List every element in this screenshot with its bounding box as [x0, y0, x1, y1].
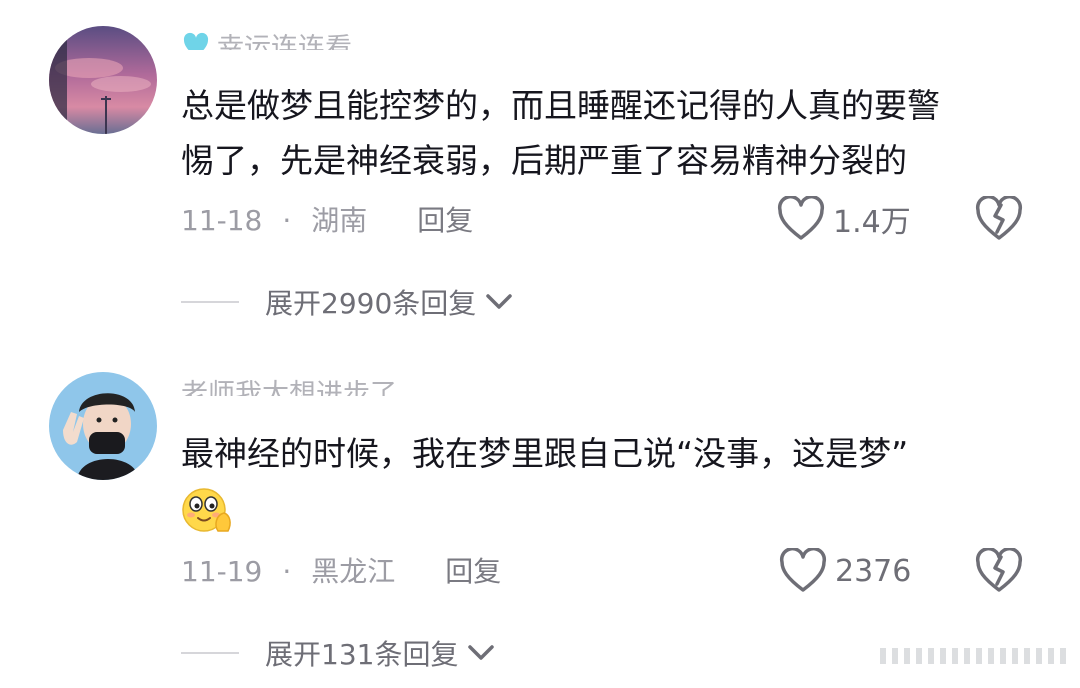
like-button[interactable]: 2376 — [779, 548, 911, 594]
username-text: 老师我太想进步了 — [181, 379, 397, 396]
avatar-sunset-image — [49, 26, 157, 134]
comment-region: 黑龙江 — [311, 555, 396, 588]
expand-replies-label: 展开2990条回复 — [265, 287, 477, 320]
comment-text: 最神经的时候，我在梦里跟自己说“没事，这是梦” — [181, 426, 1041, 481]
comment-text-line: 惕了，先是神经衰弱，后期严重了容易精神分裂的 — [181, 141, 907, 180]
username-text: 幸运连连看 — [217, 33, 352, 50]
username[interactable]: 老师我太想进步了 — [181, 376, 397, 396]
emoji-face-icon — [180, 487, 234, 537]
comment-text-line: 总是做梦且能控梦的，而且睡醒还记得的人真的要警 — [181, 86, 940, 125]
heart-outline-icon — [777, 196, 825, 240]
expand-replies-button[interactable]: 展开2990条回复 — [181, 282, 514, 322]
comment-region: 湖南 — [311, 204, 368, 237]
comment-date: 11-19 — [181, 555, 263, 588]
like-count: 2376 — [835, 553, 912, 589]
comment-list: 幸运连连看 总是做梦且能控梦的，而且睡醒还记得的人真的要警 惕了，先是神经衰弱，… — [0, 0, 1080, 688]
broken-heart-icon — [975, 195, 1023, 240]
username[interactable]: 幸运连连看 — [181, 30, 352, 50]
comment-meta: 11-19 · 黑龙江 回复 — [181, 552, 501, 592]
heart-badge-icon — [183, 32, 209, 50]
heart-outline-icon — [779, 548, 827, 592]
meta-separator: · — [282, 555, 292, 588]
comment-date: 11-18 — [181, 204, 263, 237]
reply-button[interactable]: 回复 — [417, 204, 473, 237]
dislike-button[interactable] — [975, 547, 1023, 598]
chevron-down-icon — [468, 645, 495, 660]
avatar[interactable] — [49, 26, 157, 134]
meta-separator: · — [282, 204, 292, 237]
avatar[interactable] — [49, 372, 157, 480]
expand-replies-button[interactable]: 展开131条回复 — [181, 633, 496, 673]
avatar-person-image — [49, 372, 157, 480]
expand-replies-label: 展开131条回复 — [265, 638, 459, 671]
like-button[interactable]: 1.4万 — [777, 196, 911, 242]
comment-text: 总是做梦且能控梦的，而且睡醒还记得的人真的要警 惕了，先是神经衰弱，后期严重了容… — [181, 78, 1041, 188]
dislike-button[interactable] — [975, 195, 1023, 246]
reply-button[interactable]: 回复 — [445, 555, 501, 588]
broken-heart-icon — [975, 547, 1023, 592]
comment-meta: 11-18 · 湖南 回复 — [181, 201, 473, 241]
expand-divider — [181, 301, 239, 303]
watermark — [880, 648, 1070, 664]
comment-text-line: 最神经的时候，我在梦里跟自己说“没事，这是梦” — [181, 434, 909, 473]
like-count: 1.4万 — [833, 205, 911, 240]
expand-divider — [181, 652, 239, 654]
chevron-down-icon — [486, 294, 513, 309]
